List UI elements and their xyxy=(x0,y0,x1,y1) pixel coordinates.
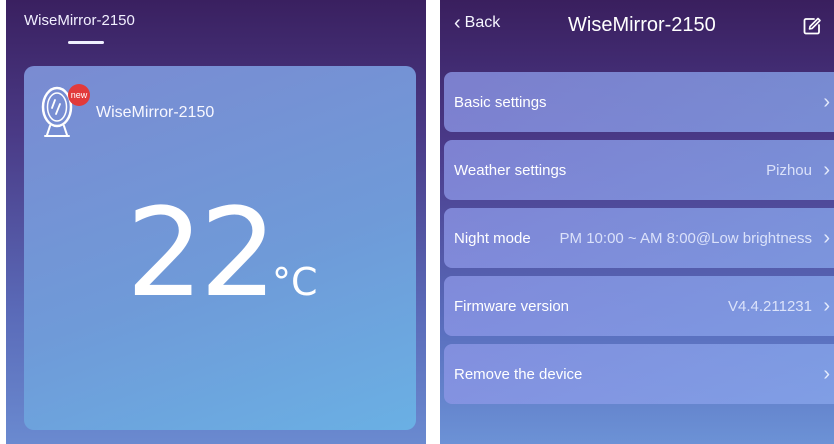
settings-row-weather[interactable]: Weather settings Pizhou › xyxy=(444,140,834,200)
edit-icon[interactable] xyxy=(802,16,822,36)
back-button[interactable]: ‹ Back xyxy=(454,12,501,34)
settings-row-firmware[interactable]: Firmware version V4.4.211231 › xyxy=(444,276,834,336)
chevron-left-icon: ‹ xyxy=(454,12,461,34)
row-value: PM 10:00 ~ AM 8:00@Low brightness xyxy=(559,229,812,247)
row-label: Basic settings xyxy=(454,93,547,111)
settings-row-night-mode[interactable]: Night mode PM 10:00 ~ AM 8:00@Low bright… xyxy=(444,208,834,268)
chevron-right-icon: › xyxy=(823,362,830,385)
device-tab-title[interactable]: WiseMirror-2150 xyxy=(24,12,135,29)
device-card[interactable]: new WiseMirror-2150 22 °C xyxy=(24,66,416,430)
chevron-right-icon: › xyxy=(823,226,830,249)
row-value: V4.4.211231 xyxy=(728,297,812,315)
new-badge: new xyxy=(68,84,90,106)
row-value: Pizhou xyxy=(766,161,812,179)
temperature-unit: °C xyxy=(272,260,318,304)
row-label: Remove the device xyxy=(454,365,583,383)
device-home-screen: WiseMirror-2150 new WiseMirror-2150 22 °… xyxy=(6,0,426,444)
chevron-right-icon: › xyxy=(823,158,830,181)
row-label: Weather settings xyxy=(454,161,567,179)
row-label: Night mode xyxy=(454,229,531,247)
device-name: WiseMirror-2150 xyxy=(96,104,215,121)
chevron-right-icon: › xyxy=(823,294,830,317)
back-label: Back xyxy=(464,14,501,31)
temperature-value: 22 xyxy=(126,182,277,324)
settings-row-remove-device[interactable]: Remove the device › xyxy=(444,344,834,404)
settings-list: Basic settings › Weather settings Pizhou… xyxy=(444,72,834,412)
active-tab-indicator xyxy=(68,41,104,44)
chevron-right-icon: › xyxy=(823,90,830,113)
page-title: WiseMirror-2150 xyxy=(568,14,716,36)
device-settings-screen: ‹ Back WiseMirror-2150 Basic settings › … xyxy=(440,0,834,444)
settings-row-basic[interactable]: Basic settings › xyxy=(444,72,834,132)
row-label: Firmware version xyxy=(454,297,570,315)
